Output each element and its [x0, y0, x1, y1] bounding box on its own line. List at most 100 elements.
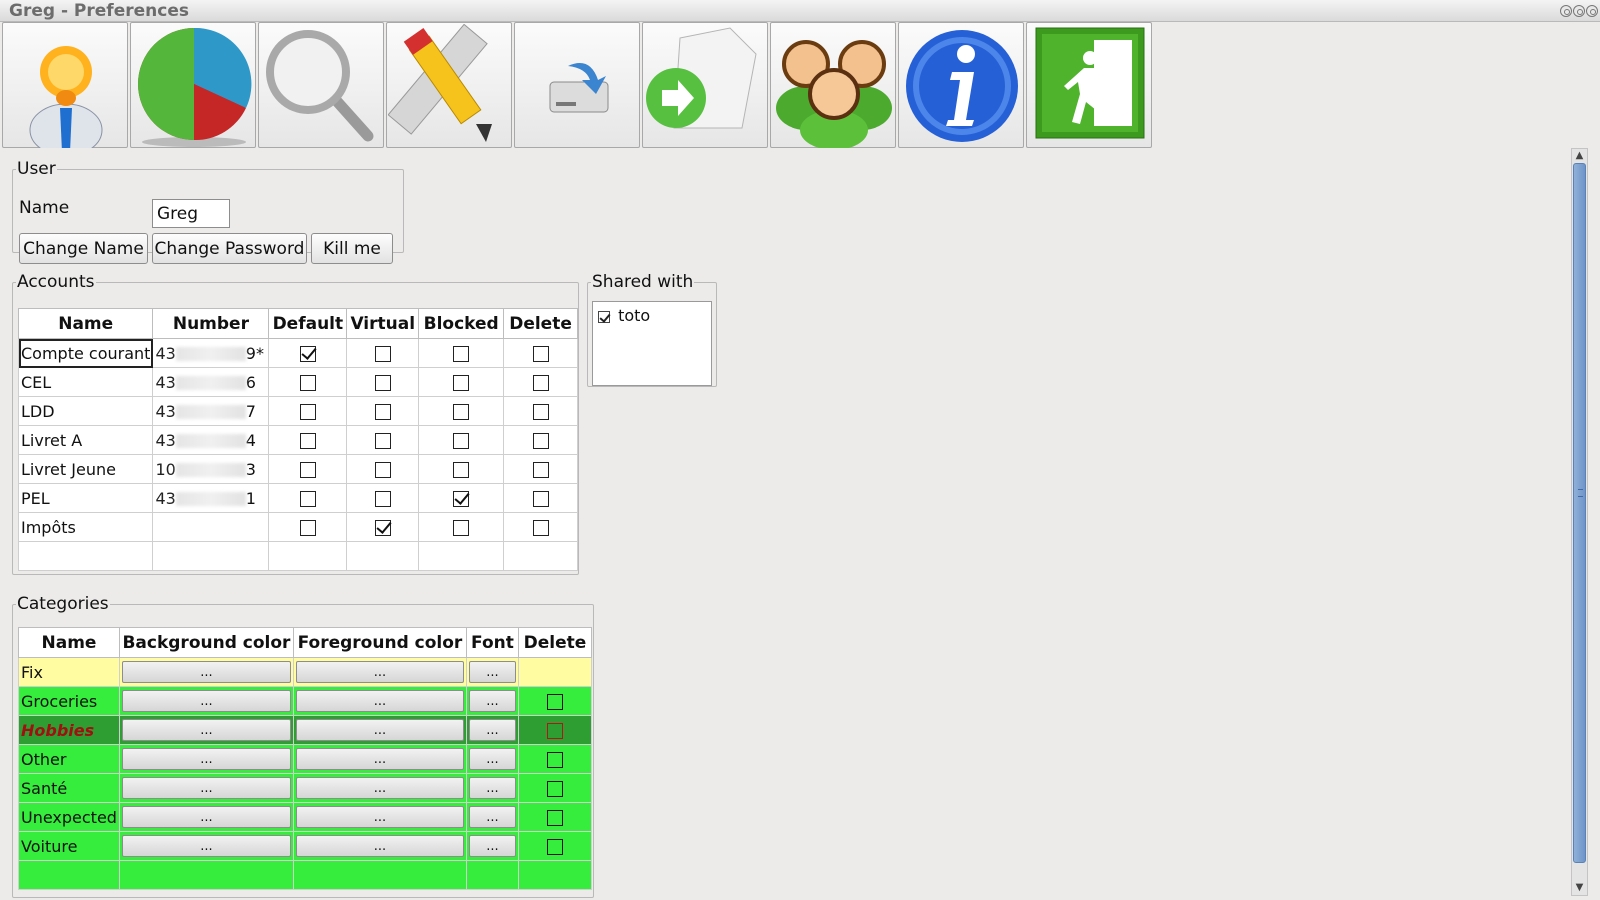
account-default-checkbox[interactable] [299, 462, 316, 478]
category-font-button[interactable]: ... [468, 835, 516, 857]
categories-col-header[interactable]: Foreground color [292, 627, 467, 658]
account-virtual-checkbox[interactable] [374, 462, 391, 478]
category-row[interactable]: Fix......... [18, 657, 592, 687]
category-name-cell[interactable]: Groceries [18, 686, 120, 716]
account-default-checkbox[interactable] [299, 404, 316, 420]
account-delete-checkbox[interactable] [532, 433, 549, 449]
account-row[interactable]: Livret Jeune 10 3 [17, 454, 578, 484]
account-number-cell[interactable]: 43 4 [152, 425, 270, 455]
category-background-color-button[interactable]: ... [121, 690, 291, 712]
account-virtual-checkbox[interactable] [374, 491, 391, 507]
categories-col-header[interactable]: Name [18, 627, 120, 658]
account-row[interactable]: LDD 43 7 [17, 396, 578, 426]
account-delete-checkbox[interactable] [532, 404, 549, 420]
category-background-color-button[interactable]: ... [121, 719, 291, 741]
category-background-color-button[interactable]: ... [121, 748, 291, 770]
category-font-button[interactable]: ... [468, 661, 516, 683]
account-number-cell[interactable] [152, 512, 270, 542]
category-background-color-button[interactable]: ... [121, 777, 291, 799]
category-foreground-color-button[interactable]: ... [295, 719, 464, 741]
account-empty-cell[interactable] [268, 541, 348, 571]
account-default-checkbox[interactable] [299, 520, 316, 536]
category-font-button[interactable]: ... [468, 690, 516, 712]
category-name-cell[interactable]: Fix [18, 657, 120, 687]
shared-toto-checkbox[interactable] [598, 310, 610, 323]
category-font-button[interactable]: ... [468, 806, 516, 828]
category-name-cell[interactable]: Hobbies [18, 715, 120, 745]
category-font-button[interactable]: ... [468, 748, 516, 770]
category-empty-cell[interactable] [18, 860, 120, 890]
category-row[interactable]: Santé......... [18, 773, 592, 803]
statistics-toolbar-button[interactable] [130, 22, 256, 148]
category-row[interactable]: Other......... [18, 744, 592, 774]
category-row[interactable]: Hobbies......... [18, 715, 592, 745]
name-input[interactable] [152, 199, 230, 228]
category-empty-cell[interactable] [292, 860, 467, 890]
account-default-checkbox[interactable] [299, 375, 316, 391]
account-empty-cell[interactable] [418, 541, 505, 571]
category-delete-checkbox[interactable] [546, 723, 563, 739]
category-foreground-color-button[interactable]: ... [295, 690, 464, 712]
about-toolbar-button[interactable] [898, 22, 1024, 148]
account-default-checkbox[interactable] [299, 491, 316, 507]
account-name-cell[interactable]: Livret Jeune [17, 454, 154, 484]
account-delete-checkbox[interactable] [532, 375, 549, 391]
account-empty-cell[interactable] [17, 541, 154, 571]
categories-col-header[interactable]: Delete [517, 627, 592, 658]
account-virtual-checkbox[interactable] [374, 520, 391, 536]
change-password-button[interactable]: Change Password [152, 233, 307, 264]
import-toolbar-button[interactable] [514, 22, 640, 148]
category-delete-checkbox[interactable] [546, 694, 563, 710]
account-delete-checkbox[interactable] [532, 462, 549, 478]
shared-user-toto[interactable]: toto [598, 306, 650, 325]
category-delete-checkbox[interactable] [546, 781, 563, 797]
accounts-col-header[interactable]: Number [152, 308, 270, 339]
scroll-down-arrow-icon[interactable]: ▼ [1572, 881, 1587, 895]
account-new-row[interactable] [17, 541, 578, 571]
scrollbar-thumb[interactable] [1573, 163, 1586, 863]
user-toolbar-button[interactable] [2, 22, 128, 148]
account-name-cell[interactable]: CEL [17, 367, 154, 397]
accounts-col-header[interactable]: Delete [503, 308, 578, 339]
categories-col-header[interactable]: Font [465, 627, 519, 658]
account-virtual-checkbox[interactable] [374, 404, 391, 420]
category-font-button[interactable]: ... [468, 719, 516, 741]
account-name-cell[interactable]: PEL [17, 483, 154, 513]
category-font-button[interactable]: ... [468, 777, 516, 799]
account-row[interactable]: PEL 43 1 [17, 483, 578, 513]
account-virtual-checkbox[interactable] [374, 375, 391, 391]
account-delete-checkbox[interactable] [532, 520, 549, 536]
account-number-cell[interactable]: 43 1 [152, 483, 270, 513]
account-row[interactable]: CEL 43 6 [17, 367, 578, 397]
account-blocked-checkbox[interactable] [453, 520, 470, 536]
search-toolbar-button[interactable] [258, 22, 384, 148]
accounts-col-header[interactable]: Virtual [346, 308, 420, 339]
category-row[interactable]: Unexpected......... [18, 802, 592, 832]
change-name-button[interactable]: Change Name [19, 233, 148, 264]
account-row[interactable]: Impôts [17, 512, 578, 542]
category-foreground-color-button[interactable]: ... [295, 835, 464, 857]
account-empty-cell[interactable] [346, 541, 420, 571]
account-delete-checkbox[interactable] [532, 346, 549, 362]
account-delete-checkbox[interactable] [532, 491, 549, 507]
category-new-row[interactable] [18, 860, 592, 890]
account-row[interactable]: Livret A 43 4 [17, 425, 578, 455]
category-background-color-button[interactable]: ... [121, 806, 291, 828]
account-blocked-checkbox[interactable] [453, 462, 470, 478]
kill-me-button[interactable]: Kill me [311, 233, 393, 264]
close-button[interactable] [1586, 5, 1598, 17]
category-background-color-button[interactable]: ... [121, 661, 291, 683]
account-blocked-checkbox[interactable] [453, 433, 470, 449]
category-delete-checkbox[interactable] [546, 810, 563, 826]
category-background-color-button[interactable]: ... [121, 835, 291, 857]
category-name-cell[interactable]: Unexpected [18, 802, 120, 832]
category-foreground-color-button[interactable]: ... [295, 777, 464, 799]
account-number-cell[interactable]: 43 7 [152, 396, 270, 426]
exit-toolbar-button[interactable] [1026, 22, 1152, 148]
account-name-cell[interactable]: Impôts [17, 512, 154, 542]
account-name-cell[interactable]: LDD [17, 396, 154, 426]
scroll-up-arrow-icon[interactable]: ▲ [1572, 149, 1587, 163]
account-blocked-checkbox[interactable] [453, 491, 470, 507]
account-row[interactable]: Compte courant 43 9* [17, 338, 578, 368]
account-number-cell[interactable]: 10 3 [152, 454, 270, 484]
